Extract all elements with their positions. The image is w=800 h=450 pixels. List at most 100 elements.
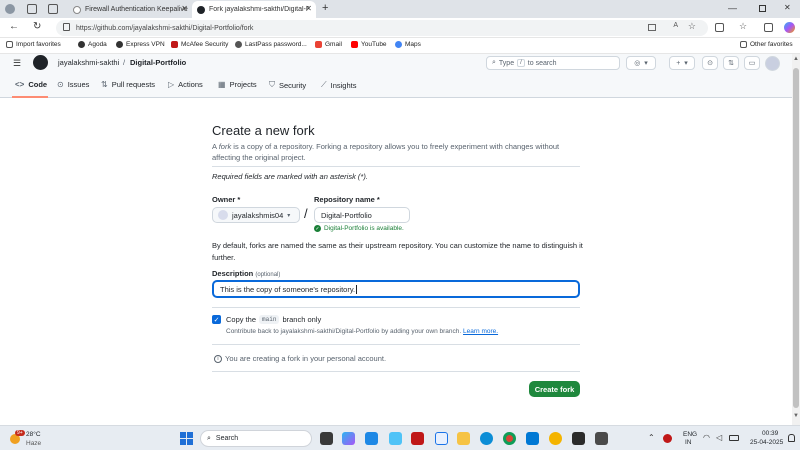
start-icon[interactable] — [180, 432, 193, 445]
scroll-up-icon[interactable]: ▲ — [793, 56, 799, 62]
close-window-icon[interactable]: ✕ — [784, 3, 791, 12]
contribute-text: Contribute back to jayalakshmi-sakthi/Di… — [226, 328, 498, 335]
intro-fork-word: fork — [218, 142, 232, 151]
owner-select[interactable]: jayalakshmis04 ▾ — [212, 207, 300, 223]
page-scrollbar[interactable]: ▲ ▼ — [792, 54, 800, 425]
tab-issues[interactable]: ⊙ Issues — [57, 80, 89, 89]
tab-firewall[interactable]: Firewall Authentication Keepalive ✕ — [68, 1, 192, 18]
inbox-button[interactable]: ▭ — [744, 56, 760, 70]
copy-main-label[interactable]: Copy the main branch only — [226, 315, 321, 324]
chrome-profile-icon[interactable] — [549, 432, 562, 445]
bookmark-mcafee[interactable]: McAfee Security — [171, 41, 228, 48]
maximize-icon[interactable] — [759, 5, 766, 12]
bookmark-import[interactable]: Import favorites — [6, 41, 61, 48]
notifications-icon[interactable] — [788, 434, 795, 442]
tab-actions[interactable]: ▷ Actions — [168, 80, 203, 89]
tab-security[interactable]: ⛉ Security — [269, 80, 306, 90]
new-tab-icon[interactable]: + — [322, 2, 328, 14]
scroll-thumb[interactable] — [793, 68, 799, 408]
inbox-icon: ▭ — [748, 60, 756, 67]
app-icon[interactable] — [389, 432, 402, 445]
issues-button[interactable]: ⊙ — [702, 56, 718, 70]
minimize-icon[interactable]: — — [728, 3, 737, 13]
tab-actions-icon[interactable] — [48, 4, 58, 14]
other-favorites[interactable]: Other favorites — [740, 41, 793, 48]
file-explorer-icon[interactable] — [457, 432, 470, 445]
chevron-down-icon: ▾ — [287, 212, 291, 219]
favorite-star-icon[interactable]: ☆ — [688, 21, 696, 32]
bookmark-expressvpn[interactable]: Express VPN — [116, 41, 165, 48]
pull-requests-button[interactable]: ⇅ — [723, 56, 739, 70]
search-icon: ⌕ — [492, 59, 496, 66]
copilot-icon[interactable] — [784, 22, 795, 33]
task-view-icon[interactable] — [320, 432, 333, 445]
clock-time[interactable]: 00:39 — [762, 430, 778, 437]
repo-name-input[interactable]: Digital-Portfolio — [314, 207, 410, 223]
naming-line: further. — [212, 253, 236, 262]
graph-icon: ⟋ — [321, 80, 327, 89]
tab-projects[interactable]: ▦ Projects — [218, 80, 257, 89]
search-input[interactable]: ⌕ Type / to search — [486, 56, 620, 70]
battery-icon[interactable] — [729, 435, 739, 441]
collections-icon[interactable] — [764, 23, 773, 32]
terminal-app-icon[interactable] — [572, 432, 585, 445]
input-language[interactable]: ENG — [683, 431, 697, 438]
bookmark-lastpass[interactable]: LastPass password... — [235, 41, 307, 48]
app-available-icon[interactable] — [648, 24, 656, 31]
favorites-icon[interactable]: ☆ — [739, 21, 747, 32]
profile-icon[interactable] — [5, 4, 15, 14]
wifi-icon[interactable]: ◠ — [703, 433, 710, 442]
taskbar-search[interactable]: ⌕ Search — [200, 430, 312, 447]
extensions-icon[interactable] — [715, 23, 724, 32]
tab-fork[interactable]: Fork jayalakshmi-sakthi/Digital-Portfoli… — [192, 1, 316, 18]
calculator-app-icon[interactable] — [595, 432, 608, 445]
copilot-button[interactable]: ◎ ▾ — [626, 56, 656, 70]
chrome-app-icon[interactable] — [503, 432, 516, 445]
mcafee-app-icon[interactable] — [411, 432, 424, 445]
clock-date[interactable]: 25-04-2025 — [750, 439, 783, 446]
refresh-icon[interactable]: ↻ — [33, 21, 41, 32]
url-bar[interactable]: https://github.com/jayalakshmi-sakthi/Di… — [56, 20, 708, 36]
bookmark-agoda[interactable]: Agoda — [78, 41, 107, 48]
menu-button[interactable]: ☰ — [10, 56, 24, 70]
info-icon: i — [214, 354, 222, 363]
store-app-icon[interactable] — [365, 432, 378, 445]
mail-app-icon[interactable] — [435, 432, 448, 445]
repo-name-link[interactable]: Digital-Portfolio — [130, 58, 186, 67]
chevron-down-icon: ▾ — [644, 60, 648, 67]
vscode-app-icon[interactable] — [526, 432, 539, 445]
learn-more-link[interactable]: Learn more. — [463, 328, 498, 335]
tab-pull-requests[interactable]: ⇅ Pull requests — [101, 80, 155, 89]
description-input[interactable]: This is the copy of someone's repository… — [212, 280, 580, 298]
weather-widget[interactable]: 9+ 28°C Haze — [8, 429, 68, 449]
tab-insights[interactable]: ⟋ Insights — [321, 80, 356, 90]
read-aloud-icon[interactable]: A — [673, 22, 678, 29]
avatar[interactable] — [765, 56, 780, 71]
chevron-up-icon[interactable]: ⌃ — [648, 433, 655, 442]
expressvpn-icon — [116, 41, 123, 48]
site-info-icon[interactable] — [63, 23, 70, 31]
intro-part: A — [212, 142, 217, 151]
scroll-down-icon[interactable]: ▼ — [793, 413, 799, 419]
create-fork-button[interactable]: Create fork — [529, 381, 580, 397]
tray-app-icon[interactable] — [663, 434, 672, 443]
input-region[interactable]: IN — [685, 439, 692, 446]
close-tab-icon[interactable]: ✕ — [305, 4, 312, 13]
tab-code[interactable]: <> Code — [15, 80, 47, 89]
breadcrumb-separator: / — [123, 58, 126, 67]
workspaces-icon[interactable] — [27, 4, 37, 14]
bookmark-youtube[interactable]: YouTube — [351, 41, 387, 48]
create-new-button[interactable]: + ▾ — [669, 56, 695, 70]
close-tab-icon[interactable]: ✕ — [181, 4, 188, 13]
github-logo-icon[interactable] — [33, 55, 48, 70]
copy-main-checkbox[interactable]: ✓ — [212, 315, 221, 324]
bookmark-maps[interactable]: Maps — [395, 41, 421, 48]
edge-app-icon[interactable] — [480, 432, 493, 445]
back-icon[interactable]: ← — [9, 21, 19, 32]
owner-label: Owner * — [212, 195, 241, 204]
repo-owner-link[interactable]: jayalakshmi-sakthi — [58, 58, 119, 67]
bookmark-gmail[interactable]: Gmail — [315, 41, 342, 48]
copilot-app-icon[interactable] — [342, 432, 355, 445]
volume-icon[interactable]: ◁ — [716, 433, 722, 442]
browser-tab-bar: Firewall Authentication Keepalive ✕ Fork… — [0, 0, 800, 18]
